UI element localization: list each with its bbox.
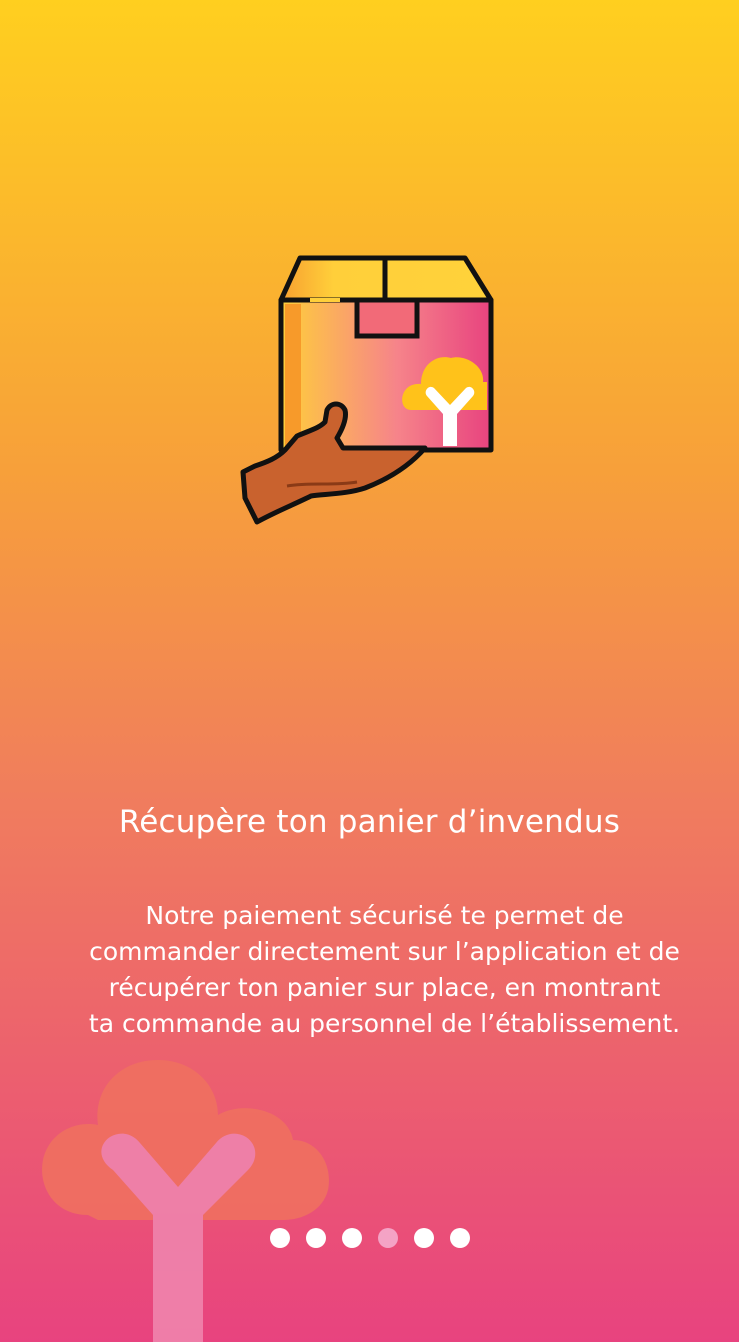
description-line: récupérer ton panier sur place, en montr…	[108, 973, 661, 1002]
page-dot[interactable]	[413, 1228, 434, 1248]
description-line: ta commande au personnel de l’établissem…	[88, 1009, 681, 1038]
description-line: Notre paiement sécurisé te permet de	[145, 901, 624, 930]
description-line: commander directement sur l’application …	[89, 937, 680, 966]
onboarding-description: Notre paiement sécurisé te permet de com…	[50, 898, 719, 1042]
pagination-dots	[0, 1228, 739, 1248]
box-in-hand-icon	[240, 255, 494, 525]
onboarding-screen: Récupère ton panier d’invendus Notre pai…	[0, 0, 739, 1342]
onboarding-title: Récupère ton panier d’invendus	[118, 804, 621, 840]
page-dot[interactable]	[305, 1228, 326, 1248]
page-dot[interactable]	[449, 1228, 470, 1248]
page-dot[interactable]	[269, 1228, 290, 1248]
tree-y-logo-icon	[42, 1060, 329, 1342]
page-dot-active[interactable]	[377, 1228, 398, 1248]
page-dot[interactable]	[341, 1228, 362, 1248]
